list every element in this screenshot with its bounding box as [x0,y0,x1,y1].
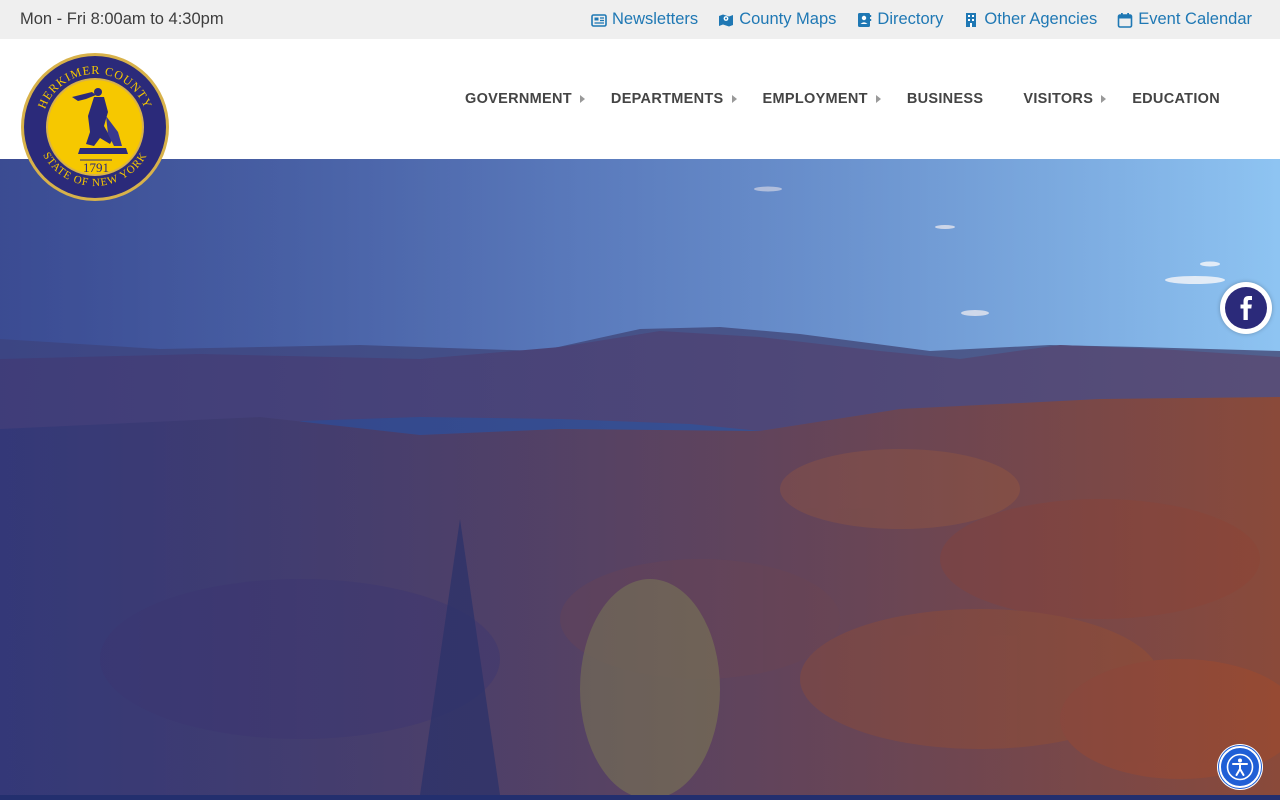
newspaper-icon [591,12,607,28]
main-navigation: GOVERNMENT DEPARTMENTS EMPLOYMENT BUSINE… [465,39,1220,159]
nav-government[interactable]: GOVERNMENT [465,91,585,107]
site-header: GOVERNMENT DEPARTMENTS EMPLOYMENT BUSINE… [0,39,1280,159]
caret-right-icon [731,95,737,103]
directory-link[interactable]: Directory [856,10,943,29]
address-book-icon [856,12,872,28]
county-maps-link[interactable]: County Maps [718,10,836,29]
nav-visitors-label: VISITORS [1023,91,1094,107]
event-calendar-label: Event Calendar [1138,10,1252,28]
facebook-button[interactable] [1220,282,1272,334]
office-hours: Mon - Fri 8:00am to 4:30pm [20,10,224,28]
nav-business-label: BUSINESS [906,91,984,107]
other-agencies-link[interactable]: Other Agencies [963,10,1097,29]
caret-right-icon [579,95,585,103]
newsletters-link[interactable]: Newsletters [591,10,698,29]
caret-right-icon [875,95,881,103]
county-maps-label: County Maps [739,10,837,28]
nav-employment-label: EMPLOYMENT [762,91,868,107]
utility-links: Newsletters County Maps Directory Other … [571,0,1252,39]
caret-right-icon [1101,95,1107,103]
nav-education[interactable]: EDUCATION [1132,91,1220,107]
facebook-icon [1225,287,1267,329]
accessibility-icon [1219,746,1261,788]
top-utility-bar: Mon - Fri 8:00am to 4:30pm Newsletters C… [0,0,1280,39]
nav-departments-label: DEPARTMENTS [610,91,724,107]
nav-departments[interactable]: DEPARTMENTS [611,91,737,107]
nav-business[interactable]: BUSINESS [907,91,984,107]
hero-bottom-bar [0,795,1280,800]
hero-landscape-image [0,159,1280,795]
directory-label: Directory [877,10,944,28]
nav-visitors[interactable]: VISITORS [1023,91,1107,107]
building-icon [963,12,979,28]
nav-education-label: EDUCATION [1132,91,1221,107]
other-agencies-label: Other Agencies [984,10,1098,28]
nav-employment[interactable]: EMPLOYMENT [763,91,881,107]
event-calendar-link[interactable]: Event Calendar [1117,10,1252,29]
seal-year: 1791 [83,160,109,175]
county-seal-logo[interactable]: HERKIMER COUNTY STATE OF NEW YORK 1791 [20,52,170,202]
accessibility-button[interactable] [1217,744,1263,790]
newsletters-label: Newsletters [611,10,699,28]
nav-government-label: GOVERNMENT [465,91,572,107]
calendar-icon [1117,12,1133,28]
map-icon [718,12,734,28]
